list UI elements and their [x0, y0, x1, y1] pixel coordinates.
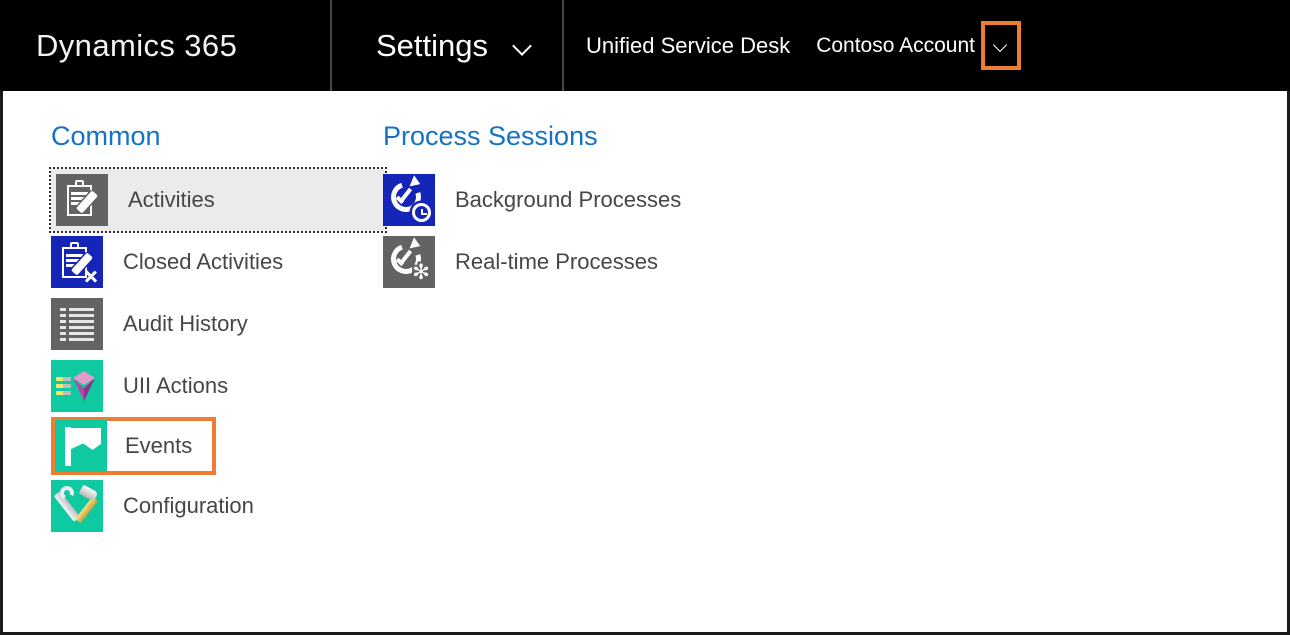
nav-item-uii-actions[interactable]: UII Actions: [51, 355, 373, 417]
nav-item-background-processes[interactable]: Background Processes: [383, 169, 853, 231]
nav-account-name-label[interactable]: Contoso Account: [816, 34, 975, 58]
nav-item-label: Events: [125, 433, 192, 459]
list-lines-icon: [51, 298, 103, 350]
column-process-sessions: Process Sessions Background Processes: [373, 91, 853, 632]
gem-bars-icon: [51, 360, 103, 412]
column-heading-common: Common: [51, 121, 373, 152]
nav-item-closed-activities[interactable]: Closed Activities: [51, 231, 373, 293]
top-navigation-bar: Dynamics 365 Settings Unified Service De…: [0, 0, 1290, 91]
chevron-down-icon[interactable]: [994, 39, 1008, 53]
clipboard-pencil-x-icon: [51, 236, 103, 288]
nav-item-label: Real-time Processes: [455, 249, 658, 275]
nav-item-label: Background Processes: [455, 187, 681, 213]
brand-label: Dynamics 365: [36, 28, 237, 64]
brand-logo[interactable]: Dynamics 365: [0, 0, 330, 91]
nav-account-group: Contoso Account: [816, 21, 1021, 70]
nav-item-real-time-processes[interactable]: Real-time Processes: [383, 231, 853, 293]
flag-icon: [55, 420, 107, 472]
common-nav-list: Activities: [51, 169, 373, 537]
account-dropdown-button[interactable]: [981, 21, 1021, 70]
nav-right-group: Unified Service Desk Contoso Account: [564, 0, 1021, 91]
nav-settings-dropdown[interactable]: Settings: [332, 0, 562, 91]
clipboard-pencil-icon: [56, 174, 108, 226]
process-sessions-nav-list: Background Processes Real-time Processes: [383, 169, 853, 293]
settings-content-area: Common Activities: [3, 91, 1287, 632]
column-heading-process-sessions: Process Sessions: [383, 121, 853, 152]
nav-item-activities[interactable]: Activities: [51, 169, 385, 231]
nav-item-label: Configuration: [123, 493, 254, 519]
wrench-hammer-icon: [51, 480, 103, 532]
nav-item-events[interactable]: Events: [51, 417, 216, 475]
process-clock-icon: [383, 174, 435, 226]
nav-item-audit-history[interactable]: Audit History: [51, 293, 373, 355]
nav-item-label: UII Actions: [123, 373, 228, 399]
nav-app-name-label[interactable]: Unified Service Desk: [586, 33, 790, 59]
chevron-down-icon[interactable]: [514, 37, 532, 55]
nav-item-configuration[interactable]: Configuration: [51, 475, 373, 537]
nav-item-label: Audit History: [123, 311, 248, 337]
dynamics-365-settings-window: Dynamics 365 Settings Unified Service De…: [0, 0, 1290, 635]
nav-settings-label: Settings: [376, 28, 488, 64]
process-sparkle-icon: [383, 236, 435, 288]
nav-item-label: Closed Activities: [123, 249, 283, 275]
nav-item-label: Activities: [128, 187, 215, 213]
column-common: Common Activities: [3, 91, 373, 632]
